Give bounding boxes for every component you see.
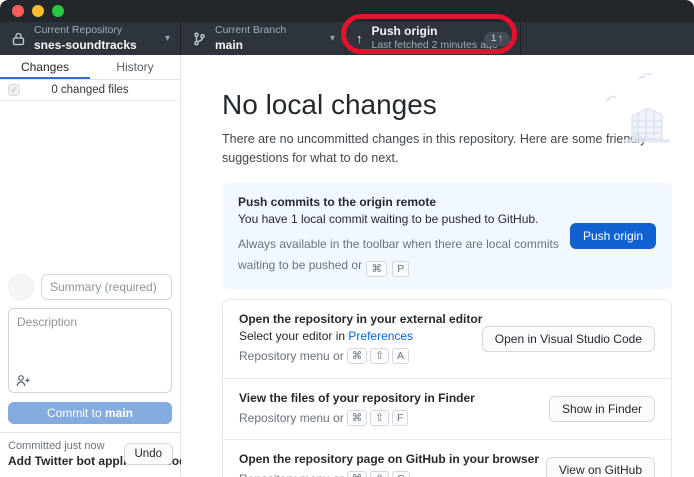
- key-cmd: ⌘: [347, 348, 368, 364]
- menu-hint-text: Repository menu or: [239, 349, 344, 363]
- push-origin-button[interactable]: Push origin: [570, 223, 656, 249]
- branch-label: Current Branch: [215, 24, 324, 37]
- card-title: Push commits to the origin remote: [238, 195, 656, 209]
- github-desktop-window: Current Repository snes-soundtracks ▾ Cu…: [0, 0, 694, 477]
- changed-files-row: ✓ 0 changed files: [0, 80, 180, 101]
- commit-to-main-button[interactable]: Commit to main: [8, 402, 172, 424]
- undo-button[interactable]: Undo: [124, 443, 174, 465]
- chevron-down-icon: ▾: [330, 33, 335, 44]
- last-commit-undo-bar: Committed just now Add Twitter bot appli…: [0, 432, 180, 477]
- summary-input[interactable]: [41, 274, 172, 300]
- suggestion-row-editor: Open the repository in your external edi…: [223, 300, 671, 379]
- git-branch-icon: [191, 32, 207, 46]
- key-shift: ⇧: [370, 410, 389, 426]
- close-window-button[interactable]: [12, 5, 24, 17]
- add-coauthor-icon[interactable]: [16, 374, 31, 387]
- preferences-link[interactable]: Preferences: [348, 329, 413, 343]
- last-fetched-text: Last fetched 2 minutes ago: [372, 39, 478, 52]
- tab-history[interactable]: History: [90, 55, 180, 79]
- zoom-window-button[interactable]: [52, 5, 64, 17]
- tab-changes[interactable]: Changes: [0, 55, 90, 79]
- menu-hint-text: Repository menu or: [239, 472, 344, 477]
- commit-button-prefix: Commit to: [47, 406, 105, 420]
- key-cmd: ⌘: [366, 261, 387, 277]
- key-cmd: ⌘: [347, 471, 368, 477]
- changes-history-tabs: Changes History: [0, 55, 180, 80]
- traffic-lights: [12, 5, 64, 17]
- commit-form: Commit to main: [0, 266, 180, 432]
- avatar: [8, 274, 34, 300]
- arrow-up-icon: ↑: [498, 33, 503, 45]
- branch-name: main: [215, 38, 324, 53]
- key-shift: ⇧: [370, 471, 389, 477]
- key-f: F: [392, 410, 408, 426]
- repository-label: Current Repository: [34, 24, 159, 37]
- ahead-count: 1: [491, 33, 496, 45]
- city-illustration: [594, 71, 680, 148]
- row-title: Open the repository in your external edi…: [239, 312, 655, 326]
- menu-hint-text: Repository menu or: [239, 411, 344, 425]
- titlebar: [0, 0, 694, 22]
- current-repository-selector[interactable]: Current Repository snes-soundtracks ▾: [0, 22, 181, 55]
- minimize-window-button[interactable]: [32, 5, 44, 17]
- suggestion-card-push: Push commits to the origin remote You ha…: [222, 182, 672, 290]
- lock-icon: [10, 32, 26, 46]
- sidebar: Changes History ✓ 0 changed files: [0, 55, 181, 477]
- key-cmd: ⌘: [347, 410, 368, 426]
- open-in-vscode-button[interactable]: Open in Visual Studio Code: [482, 326, 655, 352]
- repository-name: snes-soundtracks: [34, 38, 159, 53]
- suggestion-row-finder: View the files of your repository in Fin…: [223, 379, 671, 440]
- push-origin-toolbar-button[interactable]: ↑ Push origin Last fetched 2 minutes ago…: [346, 22, 521, 55]
- show-in-finder-button[interactable]: Show in Finder: [549, 396, 655, 422]
- push-origin-title: Push origin: [372, 24, 478, 39]
- view-on-github-button[interactable]: View on GitHub: [546, 457, 655, 477]
- key-p: P: [392, 261, 409, 277]
- select-all-checkbox[interactable]: ✓: [8, 84, 20, 96]
- toolbar: Current Repository snes-soundtracks ▾ Cu…: [0, 22, 694, 55]
- key-g: G: [392, 471, 410, 477]
- commit-button-branch: main: [105, 406, 133, 420]
- changes-empty-area: [0, 101, 180, 266]
- key-shift: ⇧: [370, 348, 389, 364]
- description-input[interactable]: [9, 309, 171, 392]
- key-a: A: [392, 348, 409, 364]
- suggestion-row-github: Open the repository page on GitHub in yo…: [223, 440, 671, 477]
- row-body-text: Select your editor in: [239, 329, 348, 343]
- suggestion-list: Open the repository in your external edi…: [222, 299, 672, 477]
- arrow-up-icon: ↑: [356, 31, 363, 46]
- changed-files-count: 0 changed files: [51, 84, 128, 96]
- card-note: Always available in the toolbar when the…: [238, 234, 573, 277]
- main-content: No local changes There are no uncommitte…: [181, 55, 694, 477]
- description-field-wrap: [8, 308, 172, 393]
- current-branch-selector[interactable]: Current Branch main ▾: [181, 22, 346, 55]
- ahead-commits-badge: 1 ↑: [484, 32, 510, 46]
- chevron-down-icon: ▾: [165, 33, 170, 44]
